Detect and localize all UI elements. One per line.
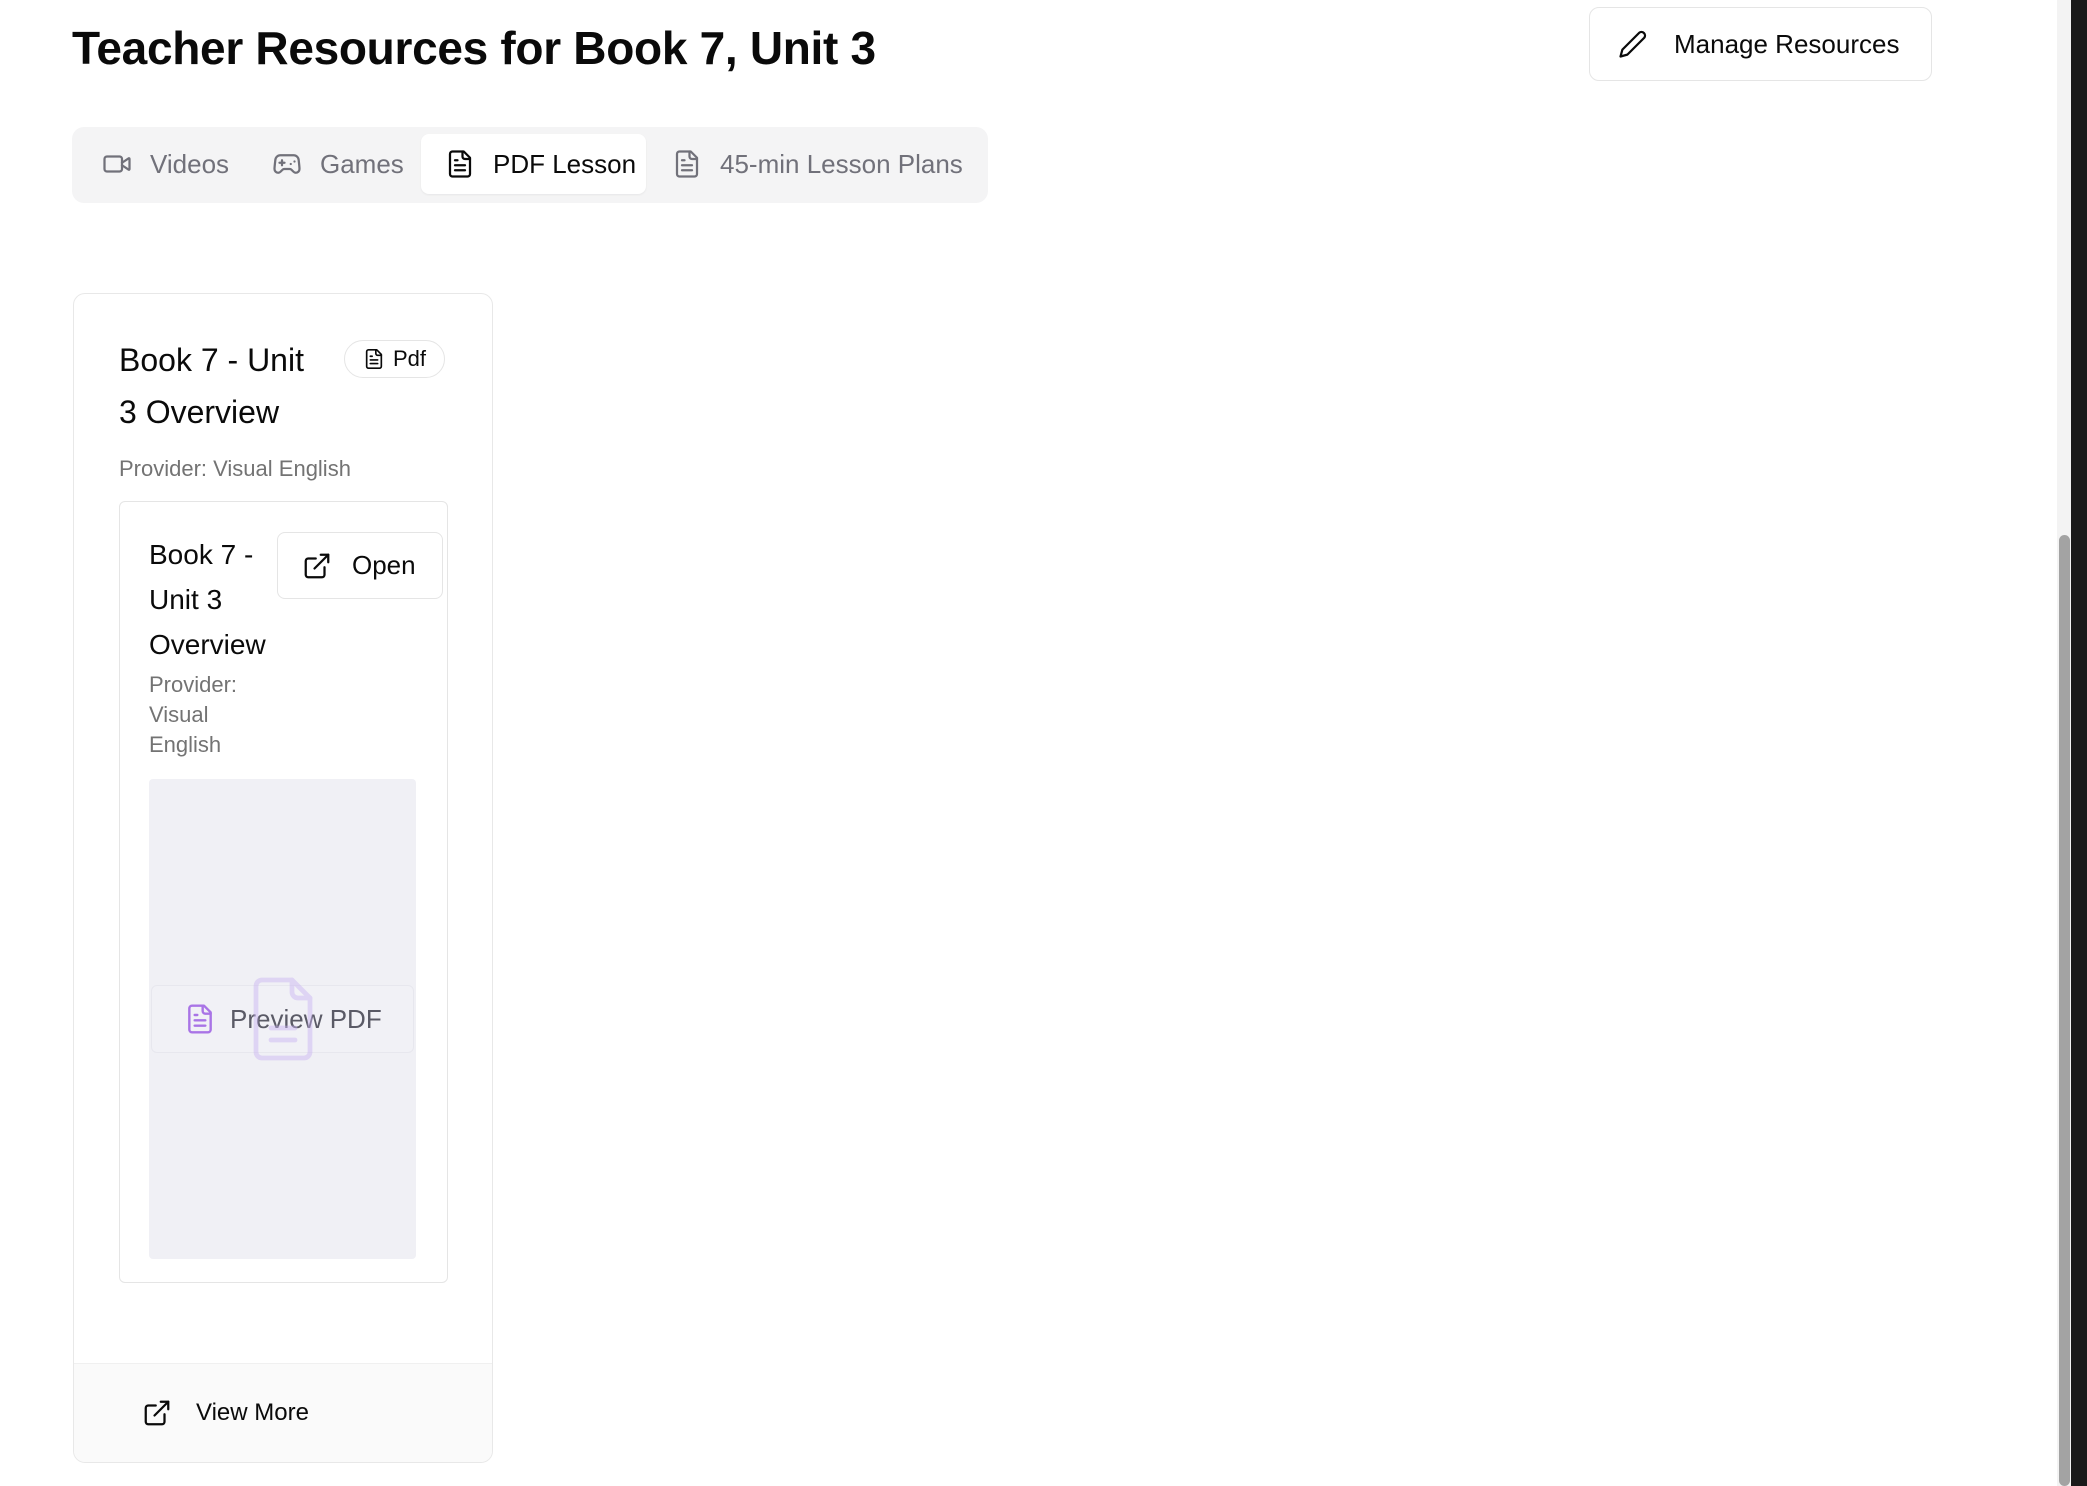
resource-card: Book 7 - Unit 3 Overview Pdf Provider: V…: [73, 293, 493, 1463]
tab-videos-label: Videos: [150, 148, 230, 179]
pdf-viewer: Book 7 - Unit 3 Overview Open Provider: …: [119, 501, 448, 1283]
file-text-icon: [184, 1003, 216, 1035]
external-link-icon: [142, 1398, 172, 1428]
file-text-icon: [445, 149, 475, 179]
tab-games[interactable]: Games: [242, 134, 414, 194]
video-icon: [102, 149, 132, 179]
page-title: Teacher Resources for Book 7, Unit 3: [72, 22, 876, 74]
preview-pdf-button[interactable]: Preview PDF: [151, 985, 414, 1053]
pdf-type-badge-label: Pdf: [393, 346, 427, 371]
resource-card-provider: Provider: Visual English: [119, 456, 351, 481]
pdf-preview-area[interactable]: Preview PDF: [149, 779, 416, 1259]
view-more-button[interactable]: View More: [142, 1388, 309, 1438]
tab-games-label: Games: [320, 148, 404, 179]
tab-pdf-lesson-label: PDF Lesson: [493, 148, 637, 179]
tab-videos[interactable]: Videos: [72, 134, 242, 194]
gamepad-icon: [272, 149, 302, 179]
window-edge: [2071, 0, 2087, 1486]
external-link-icon: [302, 551, 332, 581]
card-footer: View More: [74, 1363, 492, 1462]
manage-resources-button[interactable]: Manage Resources: [1589, 7, 1932, 81]
resource-tabs: Videos Games PDF Lesson 45-min Lesson Pl…: [72, 127, 988, 203]
file-text-icon: [672, 149, 702, 179]
view-more-label: View More: [196, 1399, 309, 1426]
tab-lesson-plans-label: 45-min Lesson Plans: [720, 148, 963, 179]
tab-pdf-lesson[interactable]: PDF Lesson: [421, 134, 646, 194]
open-pdf-label: Open: [352, 550, 416, 580]
scrollbar-thumb[interactable]: [2059, 535, 2070, 1486]
resource-card-title: Book 7 - Unit 3 Overview: [119, 342, 304, 430]
pdf-type-badge: Pdf: [344, 340, 446, 378]
file-text-icon: [363, 348, 385, 370]
pdf-provider: Provider: Visual English: [149, 672, 238, 757]
preview-pdf-label: Preview PDF: [230, 1003, 382, 1034]
tab-lesson-plans[interactable]: 45-min Lesson Plans: [652, 134, 982, 194]
pencil-icon: [1618, 29, 1648, 59]
pdf-title: Book 7 - Unit 3 Overview: [149, 539, 266, 660]
open-pdf-button[interactable]: Open: [277, 532, 443, 599]
manage-resources-label: Manage Resources: [1674, 28, 1900, 59]
